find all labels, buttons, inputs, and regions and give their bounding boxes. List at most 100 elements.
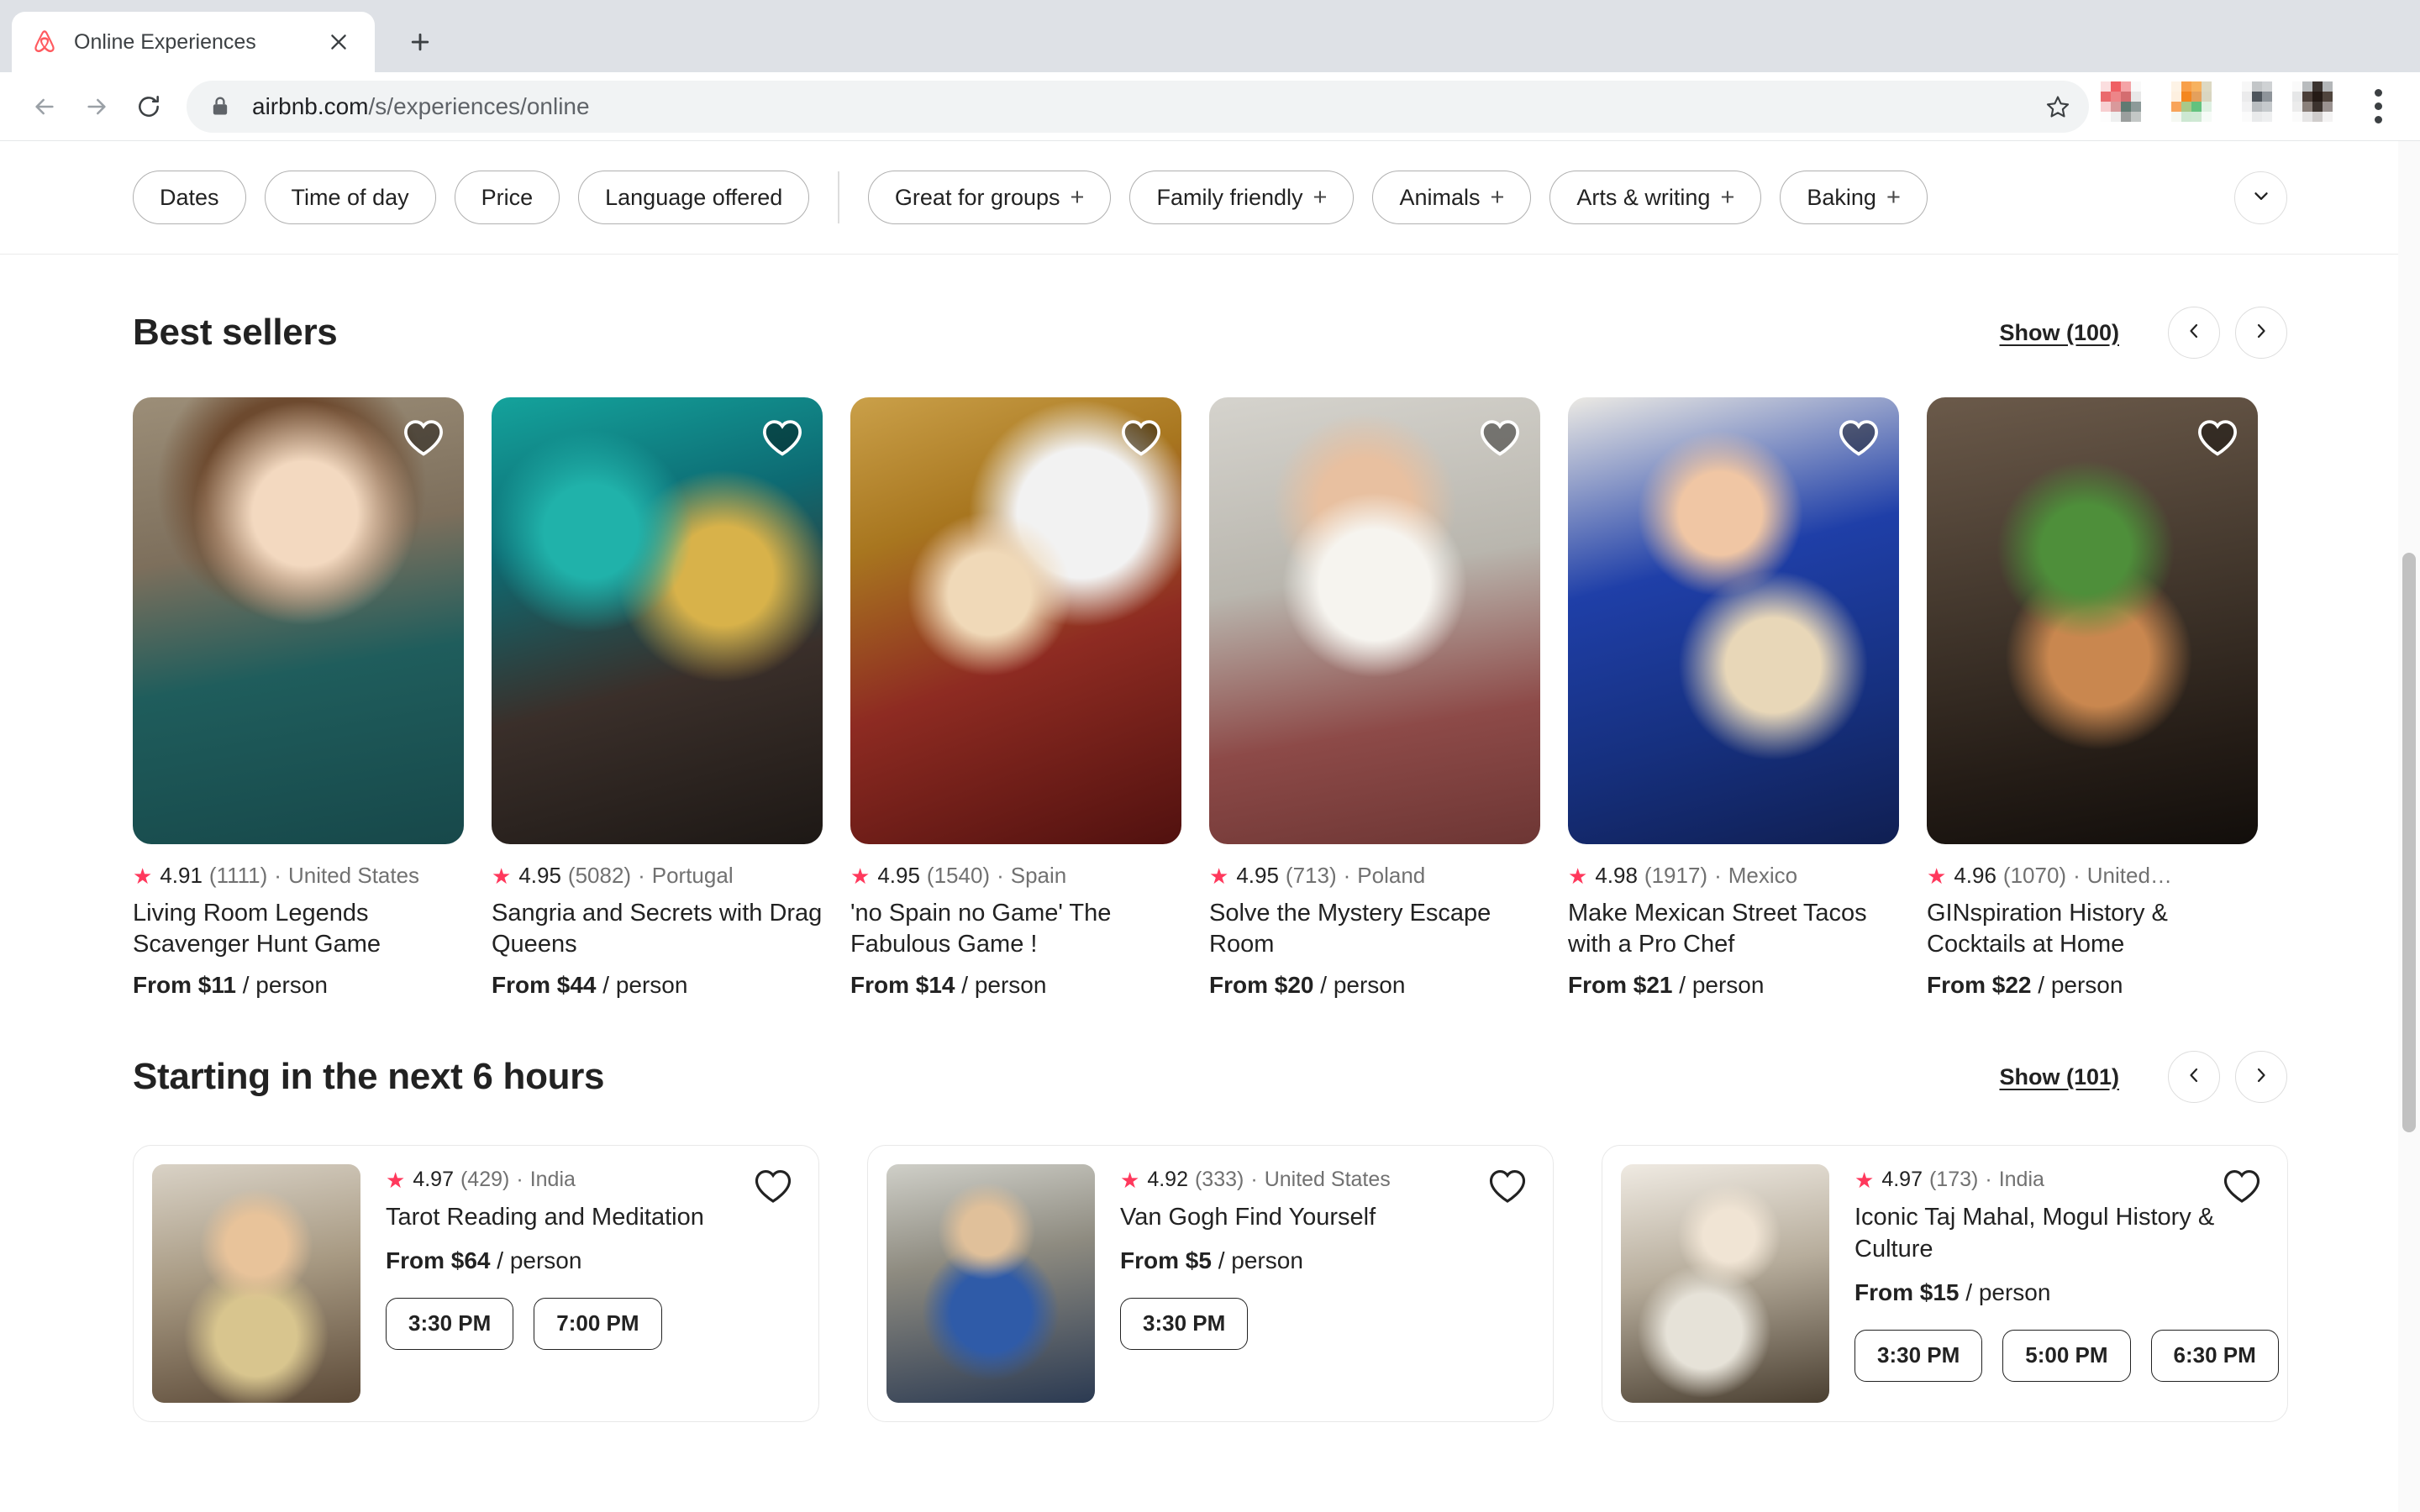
browser-chrome: Online Experiences airbnb.com/s/experien… [0, 0, 2420, 141]
show-all-link[interactable]: Show (100) [1999, 320, 2119, 346]
filter-pill-dates[interactable]: Dates [133, 171, 246, 224]
filter-pill-time-of-day[interactable]: Time of day [264, 171, 436, 224]
experience-photo[interactable] [152, 1164, 360, 1404]
price-amount: From $5 [1120, 1247, 1212, 1273]
chevron-down-icon [2250, 185, 2272, 211]
section-header-starting-soon: Starting in the next 6 hours Show (101) [133, 1051, 2287, 1104]
filter-pill-baking[interactable]: Baking + [1780, 171, 1928, 224]
location: India [529, 1168, 576, 1192]
address-bar[interactable]: airbnb.com/s/experiences/online [187, 80, 2089, 133]
heart-icon[interactable] [1487, 1166, 1528, 1206]
time-slot-button[interactable]: 3:30 PM [1854, 1329, 1983, 1382]
time-slot-button[interactable]: 7:00 PM [534, 1297, 662, 1350]
experience-card[interactable]: ★ 4.95 (713) · Poland Solve the Mystery … [1209, 397, 1540, 999]
experience-photo[interactable] [886, 1164, 1095, 1404]
experience-photo[interactable] [133, 397, 464, 844]
pill-label: Family friendly [1156, 184, 1303, 210]
experience-card[interactable]: ★ 4.96 (1070) · United… GINspiration His… [1927, 397, 2258, 999]
carousel-prev-button[interactable] [2168, 307, 2220, 359]
heart-icon[interactable] [1837, 416, 1881, 459]
time-slot-button[interactable]: 3:30 PM [386, 1297, 514, 1350]
location: Poland [1357, 863, 1426, 888]
separator: · [1714, 863, 1722, 888]
filter-pill-family-friendly[interactable]: Family friendly + [1129, 171, 1355, 224]
price-row: From $64 / person [386, 1247, 800, 1274]
url-domain: airbnb.com [252, 92, 369, 119]
back-arrow-icon[interactable] [18, 81, 71, 133]
review-count: (173) [1928, 1168, 1979, 1192]
close-icon[interactable] [321, 24, 356, 60]
experience-card[interactable]: ★ 4.95 (1540) · Spain 'no Spain no Game'… [850, 397, 1181, 999]
experience-card[interactable]: ★ 4.91 (1111) · United States Living Roo… [133, 397, 464, 999]
filter-pill-arts-and-writing[interactable]: Arts & writing + [1549, 171, 1762, 224]
location: Mexico [1728, 863, 1798, 888]
experience-card-wide[interactable]: ★ 4.92 (333) · United States Van Gogh Fi… [867, 1145, 1554, 1423]
location: United States [287, 863, 420, 888]
experience-photo[interactable] [1568, 397, 1899, 844]
expand-filters-button[interactable] [2234, 171, 2287, 224]
price-unit: / person [961, 972, 1047, 999]
carousel-next-button[interactable] [2235, 307, 2287, 359]
section-header-best-sellers: Best sellers Show (100) [133, 307, 2287, 359]
rating-row: ★ 4.98 (1917) · Mexico [1568, 863, 1899, 889]
separator: · [638, 863, 645, 888]
separator: · [1250, 1168, 1258, 1192]
extension-icon-2[interactable] [2161, 81, 2222, 132]
experience-card-wide[interactable]: ★ 4.97 (429) · India Tarot Reading and M… [133, 1145, 819, 1423]
browser-tab[interactable]: Online Experiences [12, 12, 375, 72]
filter-pill-price[interactable]: Price [454, 171, 560, 224]
plus-icon: + [1313, 183, 1328, 211]
experience-card-wide[interactable]: ★ 4.97 (173) · India Iconic Taj Mahal, M… [1602, 1145, 2288, 1423]
filter-pill-language-offered[interactable]: Language offered [578, 171, 810, 224]
experience-card[interactable]: ★ 4.95 (5082) · Portugal Sangria and Sec… [492, 397, 823, 999]
rating-row: ★ 4.97 (429) · India [386, 1168, 800, 1192]
time-slot-button[interactable]: 3:30 PM [1120, 1297, 1249, 1350]
location: United… [2086, 863, 2172, 888]
extension-icon-1[interactable] [2101, 81, 2161, 132]
price-row: From $20 / person [1209, 972, 1540, 999]
filter-pill-great-for-groups[interactable]: Great for groups + [867, 171, 1112, 224]
star-icon: ★ [1120, 1167, 1140, 1193]
price-unit: / person [1320, 972, 1406, 999]
experience-photo[interactable] [1927, 397, 2258, 844]
experience-photo[interactable] [1209, 397, 1540, 844]
experience-title: Sangria and Secrets with Drag Queens [492, 900, 823, 958]
experience-photo[interactable] [492, 397, 823, 844]
chevron-right-icon [2251, 321, 2271, 345]
rating-row: ★ 4.92 (333) · United States [1120, 1168, 1534, 1192]
experience-photo[interactable] [1621, 1164, 1829, 1404]
three-dots-icon[interactable] [2354, 81, 2402, 133]
heart-icon[interactable] [1478, 416, 1522, 459]
show-all-link[interactable]: Show (101) [1999, 1064, 2119, 1090]
carousel-prev-button[interactable] [2168, 1051, 2220, 1104]
new-tab-button[interactable] [395, 17, 445, 67]
heart-icon[interactable] [2222, 1166, 2262, 1206]
star-icon: ★ [850, 863, 871, 889]
heart-icon[interactable] [753, 1166, 793, 1206]
heart-icon[interactable] [1119, 416, 1163, 459]
carousel-next-button[interactable] [2235, 1051, 2287, 1104]
star-icon[interactable] [2035, 84, 2081, 129]
rating-value: 4.91 [160, 863, 203, 888]
page-scrollbar[interactable] [2398, 141, 2420, 1512]
forward-arrow-icon[interactable] [71, 81, 123, 133]
filter-pill-animals[interactable]: Animals + [1372, 171, 1532, 224]
heart-icon[interactable] [760, 416, 804, 459]
extension-icon-3[interactable] [2222, 81, 2282, 132]
review-count: (1070) [2002, 863, 2067, 888]
price-unit: / person [602, 972, 688, 999]
rating-value: 4.98 [1595, 863, 1638, 888]
extension-icon-4[interactable] [2282, 81, 2343, 132]
experience-card[interactable]: ★ 4.98 (1917) · Mexico Make Mexican Stre… [1568, 397, 1899, 999]
star-icon: ★ [1854, 1167, 1875, 1193]
heart-icon[interactable] [2196, 416, 2239, 459]
scrollbar-thumb[interactable] [2402, 553, 2416, 1132]
reload-icon[interactable] [123, 81, 175, 133]
heart-icon[interactable] [402, 416, 445, 459]
location: Portugal [651, 863, 734, 888]
time-slots: 3:30 PM 7:00 PM [386, 1297, 800, 1350]
time-slot-button[interactable]: 6:30 PM [2150, 1329, 2279, 1382]
time-slot-button[interactable]: 5:00 PM [2002, 1329, 2131, 1382]
experience-photo[interactable] [850, 397, 1181, 844]
url-path: /s/experiences/online [368, 92, 590, 119]
